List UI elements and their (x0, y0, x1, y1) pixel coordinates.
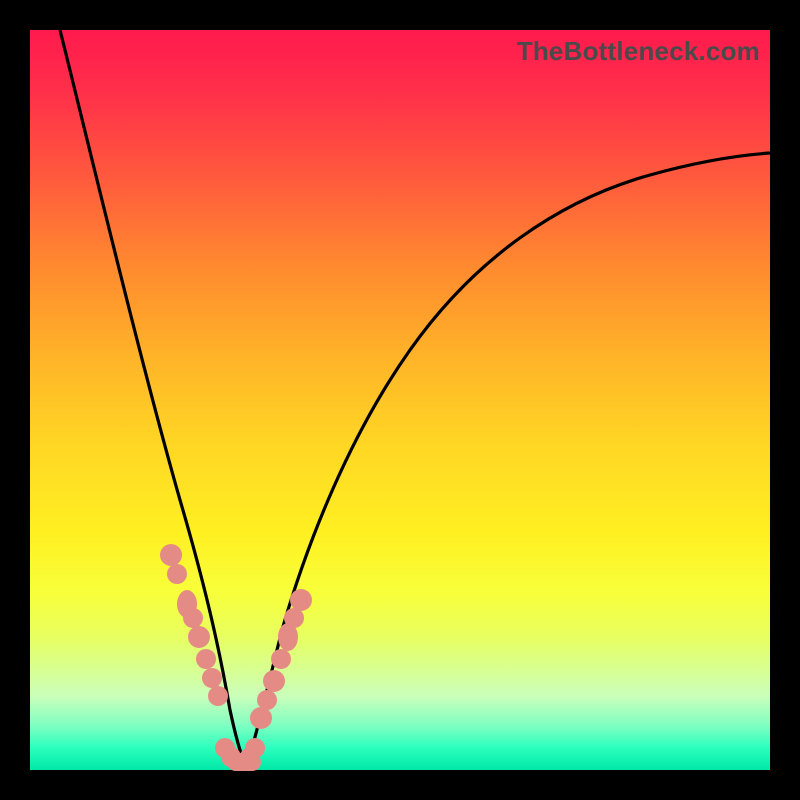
marker-left-4 (183, 608, 203, 628)
curve-right-branch (246, 153, 770, 766)
marker-right-3 (263, 670, 285, 692)
marker-right-6 (284, 608, 304, 628)
chart-frame: TheBottleneck.com (0, 0, 800, 800)
marker-right-4 (271, 649, 291, 669)
marker-right-7 (290, 589, 312, 611)
marker-left-6 (196, 649, 216, 669)
marker-left-2 (167, 564, 187, 584)
marker-left-8 (208, 686, 228, 706)
plot-area: TheBottleneck.com (30, 30, 770, 770)
marker-left-1 (160, 544, 182, 566)
marker-bottom-4 (245, 738, 265, 758)
marker-right-1 (250, 707, 272, 729)
bottleneck-curve (30, 30, 770, 770)
marker-left-5 (188, 626, 210, 648)
curve-left-branch (60, 30, 246, 766)
marker-right-2 (257, 690, 277, 710)
marker-left-7 (202, 668, 222, 688)
